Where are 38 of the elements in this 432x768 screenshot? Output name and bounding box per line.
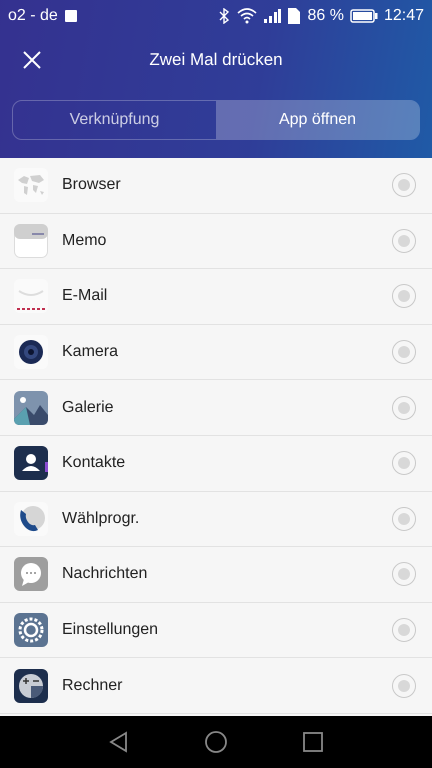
app-name: Memo	[62, 232, 108, 250]
screen-title: Zwei Mal drücken	[149, 50, 283, 70]
app-name: Rechner	[62, 676, 124, 695]
sim-card-icon	[287, 7, 302, 25]
calculator-icon	[14, 668, 48, 703]
radio-button[interactable]	[392, 396, 416, 420]
tab[interactable]: Verknüpfung	[13, 101, 216, 139]
signal-icon	[263, 9, 282, 23]
clock-time: 12:47	[384, 7, 424, 25]
radio-button[interactable]	[392, 228, 416, 253]
radio-button[interactable]	[392, 618, 416, 642]
app-name: Browser	[62, 176, 122, 194]
notepad-icon	[14, 224, 48, 258]
battery-icon	[350, 9, 378, 23]
radio-button[interactable]	[392, 340, 416, 364]
radio-button[interactable]	[392, 173, 416, 198]
wifi-icon	[237, 8, 258, 24]
radio-button[interactable]	[392, 284, 416, 308]
tab[interactable]: App öffnen	[216, 101, 419, 139]
radio-button[interactable]	[392, 562, 416, 586]
mountain-picture-icon	[14, 390, 48, 425]
app-name: Kamera	[62, 343, 120, 362]
app-name: E-Mail	[62, 287, 108, 306]
battery-percentage: 86 %	[307, 7, 344, 25]
radio-button[interactable]	[392, 674, 416, 698]
home-button[interactable]	[202, 729, 229, 755]
app-name: Galerie	[62, 398, 115, 417]
bluetooth-icon	[217, 8, 232, 24]
gear-icon	[14, 613, 48, 648]
app-name: Wählprogr.	[62, 510, 140, 528]
radio-button[interactable]	[392, 506, 416, 531]
app-name: Nachrichten	[62, 565, 148, 584]
app-name: Kontakte	[62, 454, 126, 472]
radio-button[interactable]	[392, 451, 416, 476]
app-name: Einstellungen	[62, 621, 160, 640]
carrier-name: o2 - de	[8, 7, 58, 25]
person-icon	[14, 446, 48, 480]
speech-bubble-icon	[14, 557, 48, 592]
